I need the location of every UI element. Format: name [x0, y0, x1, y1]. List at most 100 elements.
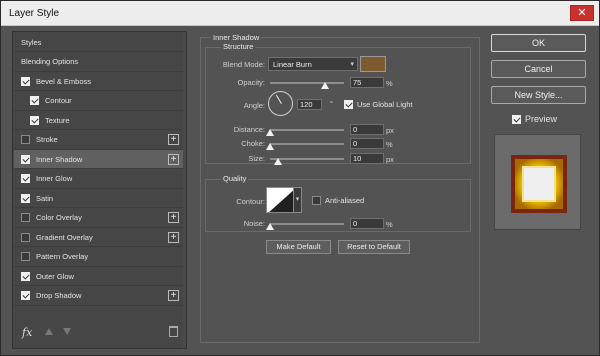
sidebar-item-color-overlay[interactable]: Color Overlay +: [14, 209, 185, 228]
angle-input[interactable]: 120: [297, 99, 322, 110]
choke-slider-knob[interactable]: [266, 143, 274, 150]
checkbox[interactable]: [21, 154, 30, 164]
move-down-icon[interactable]: [63, 328, 71, 335]
list-footer: fx: [21, 326, 180, 340]
contour-preview[interactable]: [266, 187, 295, 213]
styles-list: Styles Blending Options Bevel & Emboss Cont…: [12, 31, 187, 349]
use-global-light-checkbox[interactable]: Use Global Light: [344, 100, 412, 109]
distance-slider[interactable]: [270, 129, 344, 131]
size-input[interactable]: 10: [350, 153, 384, 164]
sidebar-item-drop-shadow[interactable]: Drop Shadow +: [14, 287, 185, 306]
fx-icon[interactable]: fx: [22, 326, 32, 339]
noise-input[interactable]: 0: [350, 218, 384, 229]
checkbox[interactable]: [312, 196, 321, 205]
size-slider-knob[interactable]: [274, 158, 282, 165]
sidebar-item-bevel-emboss[interactable]: Bevel & Emboss: [14, 72, 185, 91]
new-style-button[interactable]: New Style...: [491, 86, 586, 104]
sidebar-item-stroke[interactable]: Stroke +: [14, 131, 185, 150]
reset-to-default-button[interactable]: Reset to Default: [338, 240, 410, 254]
sidebar-item-label: Contour: [45, 96, 72, 105]
checkbox[interactable]: [344, 100, 353, 109]
sidebar-item-label: Stroke: [36, 135, 58, 144]
sidebar-item-label: Gradient Overlay: [36, 232, 93, 242]
add-effect-button[interactable]: +: [168, 153, 179, 165]
sidebar-item-label: Styles: [21, 37, 42, 47]
anti-aliased-checkbox[interactable]: Anti-aliased: [312, 196, 364, 205]
add-effect-button[interactable]: +: [168, 134, 179, 145]
checkbox[interactable]: [21, 213, 30, 222]
ok-button[interactable]: OK: [491, 34, 586, 52]
sidebar-item-label: Color Overlay: [36, 213, 82, 222]
sidebar-item-blending-options[interactable]: Blending Options: [14, 53, 185, 72]
make-default-button[interactable]: Make Default: [266, 240, 331, 254]
choke-input[interactable]: 0: [350, 138, 384, 149]
distance-input[interactable]: 0: [350, 124, 384, 135]
noise-unit: %: [386, 220, 393, 229]
choke-label: Choke:: [241, 139, 265, 148]
angle-dial-needle: [276, 94, 282, 104]
close-button[interactable]: ✕: [570, 5, 594, 21]
checkbox[interactable]: [512, 114, 521, 124]
checkbox[interactable]: [30, 96, 39, 105]
checkbox[interactable]: [21, 76, 30, 86]
contour-curve-icon: [269, 189, 294, 212]
sidebar-item-outer-glow[interactable]: Outer Glow: [14, 267, 185, 286]
title-bar: Layer Style ✕: [1, 1, 599, 26]
checkbox[interactable]: [21, 271, 30, 281]
sidebar-item-texture[interactable]: Texture: [14, 111, 185, 130]
noise-slider-knob[interactable]: [266, 223, 274, 230]
sidebar-item-pattern-overlay[interactable]: Pattern Overlay: [14, 248, 185, 267]
sidebar-item-label: Texture: [45, 115, 70, 125]
distance-slider-knob[interactable]: [266, 129, 274, 136]
angle-label: Angle:: [243, 101, 265, 110]
chevron-down-icon: ▾: [350, 61, 354, 68]
sidebar-item-label: Blending Options: [21, 57, 79, 66]
sidebar-item-inner-glow[interactable]: Inner Glow: [14, 170, 185, 189]
style-preview-thumbnail: [494, 134, 581, 230]
opacity-slider[interactable]: [270, 82, 344, 84]
sidebar-item-gradient-overlay[interactable]: Gradient Overlay +: [14, 228, 185, 247]
checkbox[interactable]: [21, 174, 30, 183]
sidebar-item-contour[interactable]: Contour: [14, 92, 185, 111]
sidebar-item-label: Pattern Overlay: [36, 252, 89, 261]
add-effect-button[interactable]: +: [168, 231, 179, 243]
sidebar-item-label: Inner Shadow: [36, 154, 83, 164]
noise-slider[interactable]: [270, 223, 344, 225]
preview-label: Preview: [525, 114, 558, 124]
opacity-input[interactable]: 75: [350, 77, 384, 88]
checkbox[interactable]: [21, 291, 30, 300]
choke-slider[interactable]: [270, 143, 344, 145]
sidebar-item-label: Drop Shadow: [36, 291, 82, 300]
use-global-light-label: Use Global Light: [357, 100, 413, 109]
distance-unit: px: [386, 126, 394, 135]
quality-title: Quality: [221, 174, 249, 183]
blend-mode-select[interactable]: Linear Burn ▾: [268, 57, 358, 71]
dialog-title: Layer Style: [9, 8, 60, 19]
checkbox[interactable]: [30, 115, 39, 125]
list-scrollbar[interactable]: [183, 32, 186, 348]
layer-style-dialog: Layer Style ✕ Styles Blending Options Beve…: [0, 0, 600, 356]
shadow-color-swatch[interactable]: [360, 56, 386, 72]
contour-dropdown[interactable]: ▾: [293, 187, 302, 213]
checkbox[interactable]: [21, 252, 30, 261]
trash-icon[interactable]: [169, 326, 178, 337]
checkbox[interactable]: [21, 232, 30, 242]
sidebar-item-satin[interactable]: Satin: [14, 189, 185, 208]
cancel-button[interactable]: Cancel: [491, 60, 586, 78]
checkbox[interactable]: [21, 135, 30, 144]
sidebar-item-styles[interactable]: Styles: [14, 33, 185, 52]
checkbox[interactable]: [21, 193, 30, 203]
sidebar-item-inner-shadow[interactable]: Inner Shadow +: [14, 150, 185, 169]
move-up-icon[interactable]: [45, 328, 53, 335]
size-unit: px: [386, 155, 394, 164]
preview-checkbox[interactable]: Preview: [512, 114, 557, 124]
choke-unit: %: [386, 140, 393, 149]
angle-unit: °: [330, 99, 333, 108]
structure-title: Structure: [221, 42, 256, 51]
sidebar-item-label: Outer Glow: [36, 271, 74, 281]
blend-mode-value: Linear Burn: [273, 60, 312, 69]
opacity-slider-knob[interactable]: [321, 82, 329, 89]
add-effect-button[interactable]: +: [168, 290, 179, 301]
add-effect-button[interactable]: +: [168, 212, 179, 223]
angle-dial[interactable]: [268, 91, 293, 116]
